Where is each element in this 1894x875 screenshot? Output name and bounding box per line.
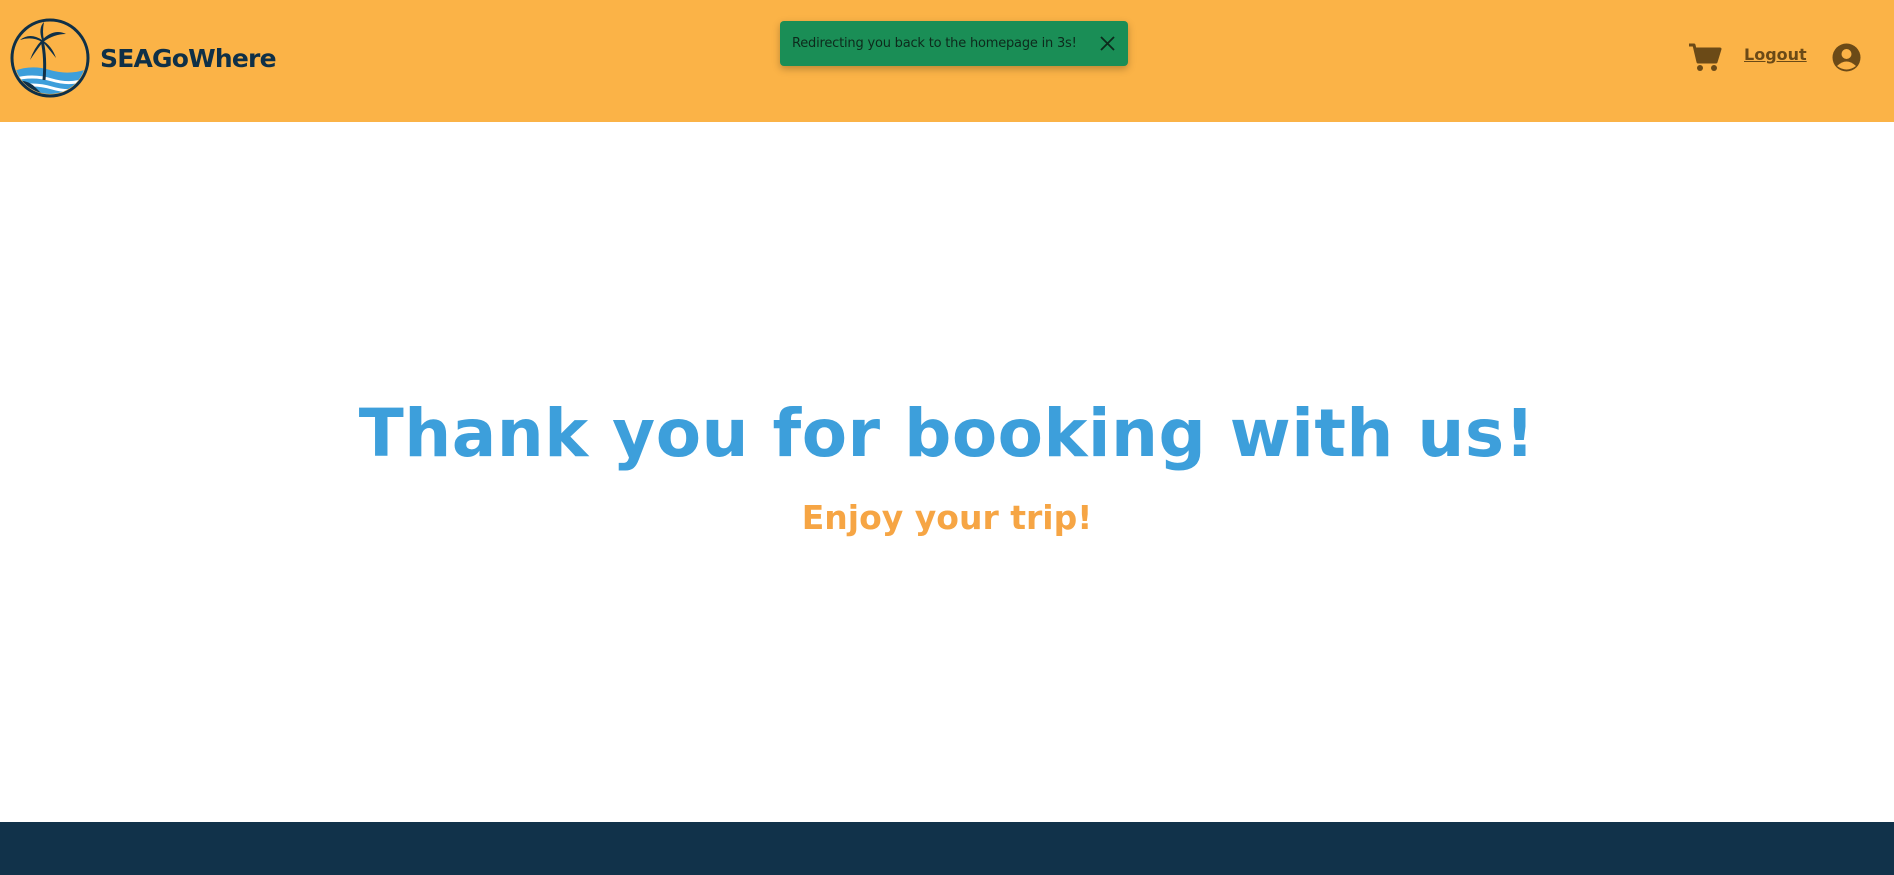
palm-beach-logo-icon — [10, 18, 90, 98]
logout-link[interactable]: Logout — [1744, 45, 1807, 64]
toast-message: Redirecting you back to the homepage in … — [792, 36, 1077, 51]
home-logo-link[interactable]: SEAGoWhere — [10, 18, 277, 98]
confirmation-content — [0, 122, 1894, 822]
redirect-toast: Redirecting you back to the homepage in … — [780, 21, 1128, 66]
thank-you-heading: Thank you for booking with us! — [358, 395, 1536, 472]
shopping-cart-icon[interactable] — [1688, 42, 1722, 72]
close-icon[interactable] — [1099, 35, 1116, 52]
enjoy-trip-subheading: Enjoy your trip! — [801, 498, 1093, 537]
brand-name: SEAGoWhere — [100, 43, 277, 73]
user-circle-icon[interactable] — [1832, 43, 1861, 72]
page-footer — [0, 822, 1894, 875]
